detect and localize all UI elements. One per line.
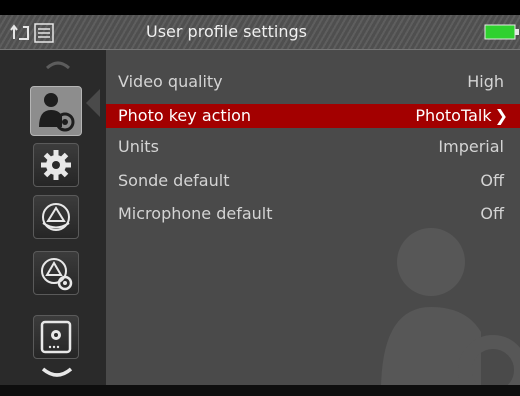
top-status-band (0, 0, 520, 15)
settings-panel: Video quality High Photo key action Phot… (106, 50, 520, 385)
sidebar-item-user-settings[interactable] (30, 86, 82, 136)
setting-row-sonde-default[interactable]: Sonde default Off (106, 169, 520, 193)
setting-value: Imperial (438, 137, 504, 156)
setting-row-microphone-default[interactable]: Microphone default Off (106, 202, 520, 226)
setting-row-video-quality[interactable]: Video quality High (106, 70, 520, 94)
setting-row-photo-key-action[interactable]: Photo key action PhotoTalk ❯ (106, 104, 520, 128)
header-bar: User profile settings (0, 15, 520, 50)
steering-wheel-gear-icon (41, 258, 73, 291)
sidebar-item-display-settings[interactable] (33, 315, 79, 359)
setting-value: Off (480, 171, 504, 190)
scroll-up-icon[interactable] (44, 58, 72, 70)
battery-full-icon (484, 24, 519, 40)
setting-label: Sonde default (118, 171, 230, 190)
user-gear-icon (39, 93, 75, 132)
gear-icon (41, 150, 71, 180)
sidebar-item-steering-settings[interactable] (33, 251, 79, 295)
setting-value-wrap: PhotoTalk ❯ (415, 104, 508, 128)
setting-label: Microphone default (118, 204, 273, 223)
user-gear-watermark-icon (381, 228, 520, 385)
sidebar-item-steering[interactable] (33, 195, 79, 239)
monitor-gear-icon (40, 320, 72, 354)
setting-row-units[interactable]: Units Imperial (106, 135, 520, 159)
list-menu-icon[interactable] (34, 23, 54, 43)
chevron-right-icon: ❯ (494, 106, 508, 125)
setting-label: Photo key action (118, 106, 252, 125)
setting-value: High (467, 72, 504, 91)
steering-wheel-icon (42, 203, 70, 231)
setting-value: PhotoTalk (415, 106, 492, 125)
setting-value: Off (480, 204, 504, 223)
selection-pointer (86, 89, 100, 117)
setting-label: Video quality (118, 72, 223, 91)
page-title: User profile settings (146, 22, 307, 41)
back-arrow-icon[interactable] (10, 21, 32, 43)
bottom-band (0, 385, 520, 396)
setting-label: Units (118, 137, 159, 156)
sidebar-item-system-settings[interactable] (33, 143, 79, 187)
scroll-down-icon[interactable] (40, 366, 74, 380)
